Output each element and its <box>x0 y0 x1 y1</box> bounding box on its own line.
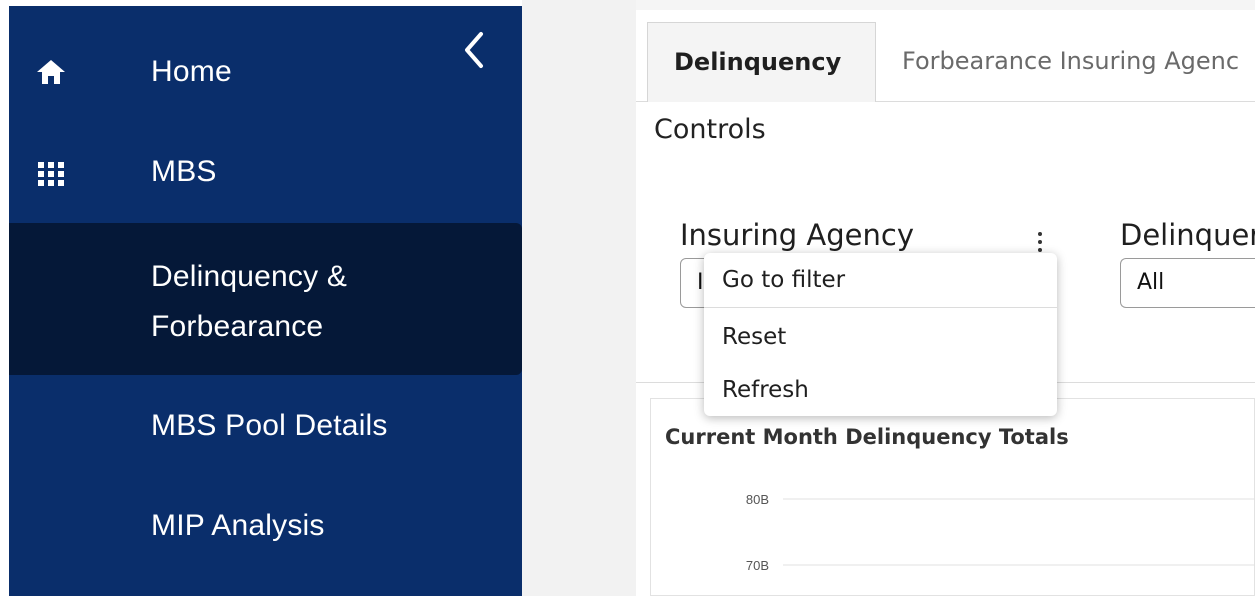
sidebar-item-label: Home <box>151 55 232 88</box>
sidebar-item-mbs[interactable]: MBS <box>9 146 522 202</box>
y-tick-label: 70B <box>746 558 769 573</box>
sidebar: Home MBS Delinquency & Forbearance MBS P… <box>9 6 522 596</box>
sidebar-item-mbs-pool-details[interactable]: MBS Pool Details <box>9 400 522 456</box>
menu-item-go-to-filter[interactable]: Go to filter <box>704 257 1057 303</box>
chart-plot: 80B 70B <box>746 492 1255 573</box>
sidebar-item-label: MIP Analysis <box>151 509 325 542</box>
insuring-agency-label: Insuring Agency <box>680 218 914 252</box>
home-icon <box>33 54 69 90</box>
sidebar-item-label-line1: Delinquency & <box>151 260 348 293</box>
menu-item-reset[interactable]: Reset <box>704 314 1057 360</box>
controls-title: Controls <box>654 114 766 145</box>
tab-delinquency[interactable]: Delinquency <box>647 22 876 102</box>
chart-card: Current Month Delinquency Totals 80B 70B <box>650 398 1255 596</box>
filter-context-menu: Go to filter Reset Refresh <box>704 253 1057 416</box>
y-tick-label: 80B <box>746 492 769 507</box>
sidebar-item-label: MBS <box>151 155 217 188</box>
sidebar-item-label-line2: Forbearance <box>151 310 324 343</box>
delinquency-select[interactable]: All <box>1120 258 1255 308</box>
more-options-icon[interactable] <box>1032 228 1048 256</box>
tab-bar: Delinquency Forbearance Insuring Agenc <box>636 22 1255 102</box>
menu-item-refresh[interactable]: Refresh <box>704 367 1057 413</box>
top-strip <box>636 0 1255 10</box>
grid-icon <box>33 156 69 192</box>
sidebar-item-label: MBS Pool Details <box>151 409 388 442</box>
delinquency-filter-label: Delinquer <box>1120 218 1255 252</box>
menu-separator <box>704 307 1057 308</box>
tab-forbearance-insuring-agency[interactable]: Forbearance Insuring Agenc <box>876 22 1255 102</box>
sidebar-item-home[interactable]: Home <box>9 44 522 100</box>
sidebar-item-delinquency-forbearance[interactable]: Delinquency & Forbearance <box>9 223 522 375</box>
sidebar-item-mip-analysis[interactable]: MIP Analysis <box>9 500 522 556</box>
